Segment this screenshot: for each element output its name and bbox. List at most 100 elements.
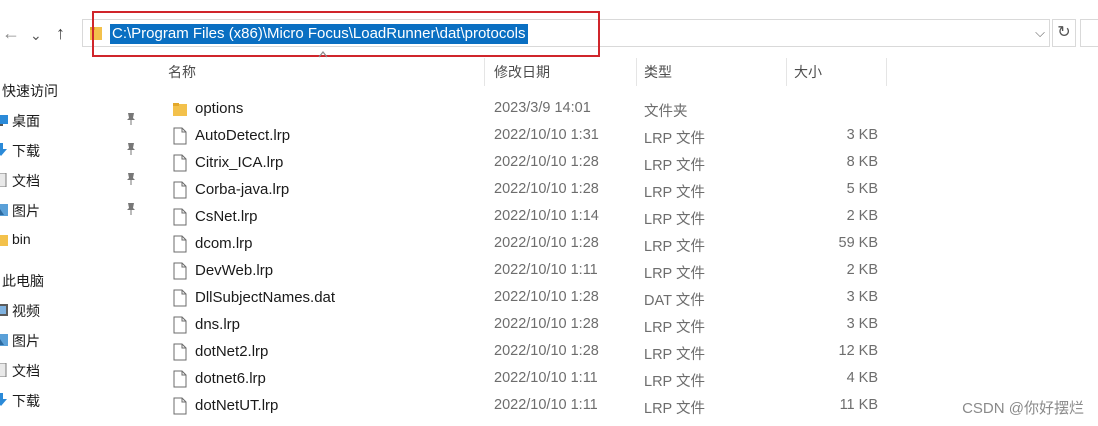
file-icon	[173, 370, 187, 388]
pin-icon[interactable]	[125, 112, 137, 126]
column-size[interactable]: 大小	[794, 58, 822, 86]
sidebar-item-videos[interactable]: 视频	[0, 295, 150, 325]
file-date: 2022/10/10 1:28	[494, 235, 599, 251]
file-date: 2022/10/10 1:28	[494, 181, 599, 197]
picture-icon	[0, 334, 8, 346]
file-name[interactable]: dotNet2.lrp	[195, 343, 268, 360]
file-date: 2023/3/9 14:01	[494, 100, 591, 116]
file-type: LRP 文件	[644, 212, 705, 228]
file-row[interactable]: dns.lrp 2022/10/10 1:28 LRP 文件 3 KB	[160, 312, 890, 339]
file-type: LRP 文件	[644, 131, 705, 147]
file-row[interactable]: Citrix_ICA.lrp 2022/10/10 1:28 LRP 文件 8 KB	[160, 150, 890, 177]
file-size: 3 KB	[846, 316, 878, 332]
file-type: LRP 文件	[644, 320, 705, 336]
file-size: 8 KB	[846, 154, 878, 170]
column-divider[interactable]	[886, 58, 887, 86]
file-name[interactable]: Citrix_ICA.lrp	[195, 154, 283, 171]
video-icon	[0, 304, 8, 316]
sidebar-item-pictures[interactable]: 图片	[0, 195, 150, 225]
file-name[interactable]: options	[195, 100, 243, 117]
navigation-pane: 快速访问 桌面 下载 文档 图片 bin 此电脑 视频 图片 文档 下载	[0, 75, 150, 426]
file-size: 11 KB	[839, 397, 878, 413]
sidebar-item-label: 图片	[12, 203, 40, 219]
file-row[interactable]: DevWeb.lrp 2022/10/10 1:11 LRP 文件 2 KB	[160, 258, 890, 285]
column-divider[interactable]	[786, 58, 787, 86]
folder-icon	[173, 100, 187, 118]
file-row[interactable]: AutoDetect.lrp 2022/10/10 1:31 LRP 文件 3 KB	[160, 123, 890, 150]
pin-icon[interactable]	[125, 202, 137, 216]
column-type[interactable]: 类型	[644, 58, 672, 86]
file-icon	[173, 343, 187, 361]
sidebar-item-documents[interactable]: 文档	[0, 165, 150, 195]
address-dropdown-chevron-icon[interactable]: ⌵	[1035, 25, 1045, 41]
file-icon	[173, 289, 187, 307]
column-name[interactable]: 名称	[168, 58, 196, 86]
file-name[interactable]: dns.lrp	[195, 316, 240, 333]
file-name[interactable]: dotNetUT.lrp	[195, 397, 278, 414]
sidebar-item-downloads[interactable]: 下载	[0, 135, 150, 165]
file-icon	[173, 262, 187, 280]
file-type: DAT 文件	[644, 293, 705, 309]
address-highlight-box	[92, 11, 600, 57]
sidebar-quick-access[interactable]: 快速访问	[0, 75, 150, 105]
file-type: LRP 文件	[644, 185, 705, 201]
watermark: CSDN @你好摆烂	[962, 400, 1084, 417]
file-row[interactable]: dcom.lrp 2022/10/10 1:28 LRP 文件 59 KB	[160, 231, 890, 258]
file-name[interactable]: DllSubjectNames.dat	[195, 289, 335, 306]
file-name[interactable]: Corba-java.lrp	[195, 181, 289, 198]
sidebar-this-pc[interactable]: 此电脑	[0, 265, 150, 295]
file-name[interactable]: dcom.lrp	[195, 235, 253, 252]
refresh-icon[interactable]: ↻	[1052, 19, 1076, 47]
file-name[interactable]: DevWeb.lrp	[195, 262, 273, 279]
file-size: 2 KB	[846, 262, 878, 278]
file-name[interactable]: dotnet6.lrp	[195, 370, 266, 387]
sidebar-item-label: 文档	[12, 173, 40, 189]
file-date: 2022/10/10 1:28	[494, 343, 599, 359]
file-row[interactable]: Corba-java.lrp 2022/10/10 1:28 LRP 文件 5 KB	[160, 177, 890, 204]
file-size: 3 KB	[846, 127, 878, 143]
file-date: 2022/10/10 1:11	[494, 397, 598, 413]
file-size: 3 KB	[846, 289, 878, 305]
file-row[interactable]: options 2023/3/9 14:01 文件夹	[160, 96, 890, 123]
file-size: 2 KB	[846, 208, 878, 224]
file-size: 59 KB	[838, 235, 879, 251]
file-type: LRP 文件	[644, 266, 705, 282]
file-list: options 2023/3/9 14:01 文件夹 AutoDetect.lrp 20…	[160, 96, 900, 426]
sidebar-item-pictures[interactable]: 图片	[0, 325, 150, 355]
sort-up-icon	[318, 51, 328, 58]
pin-icon[interactable]	[125, 172, 137, 186]
file-date: 2022/10/10 1:11	[494, 370, 598, 386]
sidebar-item-label: bin	[12, 231, 31, 247]
up-arrow-icon[interactable]: ↑	[56, 23, 65, 43]
file-name[interactable]: AutoDetect.lrp	[195, 127, 290, 144]
file-name[interactable]: CsNet.lrp	[195, 208, 258, 225]
sidebar-item-documents[interactable]: 文档	[0, 355, 150, 385]
sidebar-item-downloads[interactable]: 下载	[0, 385, 150, 415]
file-date: 2022/10/10 1:14	[494, 208, 599, 224]
file-icon	[173, 208, 187, 226]
sidebar-item-desktop[interactable]: 桌面	[0, 105, 150, 135]
file-row[interactable]: CsNet.lrp 2022/10/10 1:14 LRP 文件 2 KB	[160, 204, 890, 231]
file-date: 2022/10/10 1:11	[494, 262, 598, 278]
file-type: 文件夹	[644, 104, 688, 120]
ribbon-strip	[0, 0, 1098, 8]
sidebar-item-label: 下载	[12, 393, 40, 409]
pin-icon[interactable]	[125, 142, 137, 156]
sidebar-item-bin[interactable]: bin	[0, 225, 150, 255]
column-date[interactable]: 修改日期	[494, 58, 550, 86]
recent-locations-chevron-icon[interactable]: ⌄	[30, 25, 42, 45]
file-date: 2022/10/10 1:31	[494, 127, 599, 143]
sidebar-item-label: 文档	[12, 363, 40, 379]
file-date: 2022/10/10 1:28	[494, 154, 599, 170]
download-icon	[0, 143, 7, 156]
file-row[interactable]: DllSubjectNames.dat 2022/10/10 1:28 DAT 文件…	[160, 285, 890, 312]
file-icon	[173, 316, 187, 334]
back-arrow-icon[interactable]: ←	[2, 23, 20, 43]
file-row[interactable]: dotnet6.lrp 2022/10/10 1:11 LRP 文件 4 KB	[160, 366, 890, 393]
file-row[interactable]: dotNetUT.lrp 2022/10/10 1:11 LRP 文件 11 KB	[160, 393, 890, 420]
file-type: LRP 文件	[644, 401, 705, 417]
column-divider[interactable]	[636, 58, 637, 86]
file-row[interactable]: dotNet2.lrp 2022/10/10 1:28 LRP 文件 12 KB	[160, 339, 890, 366]
search-box[interactable]	[1080, 19, 1098, 47]
column-divider[interactable]	[484, 58, 485, 86]
